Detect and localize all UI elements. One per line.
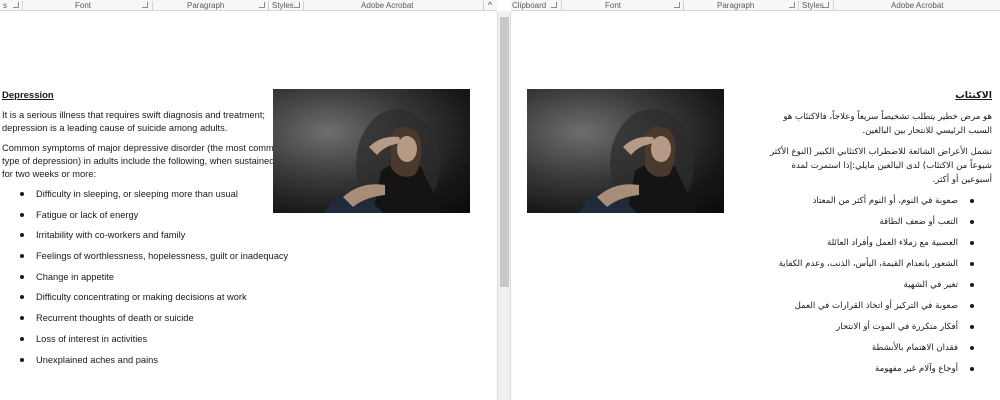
styles-dialog-launcher-icon[interactable] [823, 2, 829, 8]
depressed-woman-photo[interactable] [273, 89, 470, 213]
ribbon-group-font[interactable]: Font [75, 0, 91, 11]
ribbon-group-font[interactable]: Font [605, 0, 621, 11]
list-item: Irritability with co-workers and family [20, 229, 287, 242]
dialog-launcher-icon[interactable] [13, 2, 19, 8]
ribbon-group-labels: s Font Paragraph Styles Adobe Acrobat ^ [0, 0, 497, 11]
vertical-scrollbar[interactable] [497, 11, 511, 400]
paragraph-dialog-launcher-icon[interactable] [789, 2, 795, 8]
document-body-arabic[interactable]: الاكتئاب هو مرض خطير يتطلب تشخيصاً سريعا… [762, 89, 992, 383]
list-item: صعوبة في النوم، أو النوم أكثر من المعتاد [762, 194, 974, 208]
list-item: Loss of interest in activities [20, 333, 287, 346]
list-item: تغير في الشهية [762, 278, 974, 292]
intro-paragraph: هو مرض خطير يتطلب تشخيصاً سريعاً وعلاجاً… [783, 112, 992, 136]
photo-illustration [579, 109, 697, 213]
scrollbar-thumb[interactable] [500, 17, 509, 287]
paragraph-dialog-launcher-icon[interactable] [259, 2, 265, 8]
list-item: الشعور بانعدام القيمة، اليأس، الذنب، وعد… [762, 257, 974, 271]
ribbon-separator [22, 1, 23, 10]
document-body-english[interactable]: Depression It is a serious illness that … [2, 89, 288, 374]
list-item: العصبية مع زملاء العمل وأفراد العائلة [762, 236, 974, 250]
ribbon-separator [833, 1, 834, 10]
ribbon-separator [268, 1, 269, 10]
ribbon-group-styles[interactable]: Styles [272, 0, 294, 11]
list-item: التعب أو ضعف الطاقة [762, 215, 974, 229]
list-item: Difficulty concentrating or making decis… [20, 291, 287, 304]
list-item: Feelings of worthlessness, hopelessness,… [20, 250, 288, 263]
ribbon-group-paragraph[interactable]: Paragraph [187, 0, 224, 11]
list-item: Change in appetite [20, 271, 287, 284]
symptoms-list: Difficulty in sleeping, or sleeping more… [2, 188, 288, 367]
collapse-ribbon-icon[interactable]: ^ [485, 0, 495, 11]
ribbon-separator [561, 1, 562, 10]
left-document-pane: s Font Paragraph Styles Adobe Acrobat ^ … [0, 0, 497, 400]
font-dialog-launcher-icon[interactable] [142, 2, 148, 8]
ribbon-group-clipboard[interactable]: Clipboard [512, 0, 546, 11]
depressed-woman-photo[interactable] [527, 89, 724, 213]
list-item: أوجاع وآلام غير مفهومة [762, 362, 974, 376]
ribbon-separator [303, 1, 304, 10]
ribbon-separator [683, 1, 684, 10]
intro-paragraph: It is a serious illness that requires sw… [2, 110, 266, 133]
document-heading: الاكتئاب [955, 90, 992, 101]
list-item: صعوبة في التركيز أو اتخاذ القرارات في ال… [762, 299, 974, 313]
ribbon-group-adobe-acrobat[interactable]: Adobe Acrobat [361, 0, 413, 11]
ribbon-separator [798, 1, 799, 10]
list-item: Fatigue or lack of energy [20, 209, 287, 222]
ribbon-group-labels: Clipboard Font Paragraph Styles Adobe Ac… [511, 0, 1000, 11]
list-item: Difficulty in sleeping, or sleeping more… [20, 188, 287, 201]
symptoms-intro-paragraph: Common symptoms of major depressive diso… [2, 143, 285, 179]
ribbon-group-styles[interactable]: Styles [802, 0, 824, 11]
ribbon-separator [152, 1, 153, 10]
clipboard-dialog-launcher-icon[interactable] [551, 2, 557, 8]
right-document-pane: Clipboard Font Paragraph Styles Adobe Ac… [511, 0, 1000, 400]
symptoms-intro-paragraph: تشمل الأعراض الشائعة للاضطراب الاكتئابي … [770, 147, 992, 185]
ribbon-separator [483, 1, 484, 10]
list-item: Recurrent thoughts of death or suicide [20, 312, 287, 325]
photo-illustration [325, 109, 443, 213]
styles-dialog-launcher-icon[interactable] [294, 2, 300, 8]
symptoms-list: صعوبة في النوم، أو النوم أكثر من المعتاد… [762, 194, 992, 376]
ribbon-overflow-label: s [3, 1, 7, 10]
list-item: أفكار متكررة في الموت أو الانتحار [762, 320, 974, 334]
ribbon-group-paragraph[interactable]: Paragraph [717, 0, 754, 11]
list-item: فقدان الاهتمام بالأنشطة [762, 341, 974, 355]
ribbon-group-adobe-acrobat[interactable]: Adobe Acrobat [891, 0, 943, 11]
document-heading: Depression [2, 90, 54, 101]
list-item: Unexplained aches and pains [20, 354, 287, 367]
font-dialog-launcher-icon[interactable] [674, 2, 680, 8]
